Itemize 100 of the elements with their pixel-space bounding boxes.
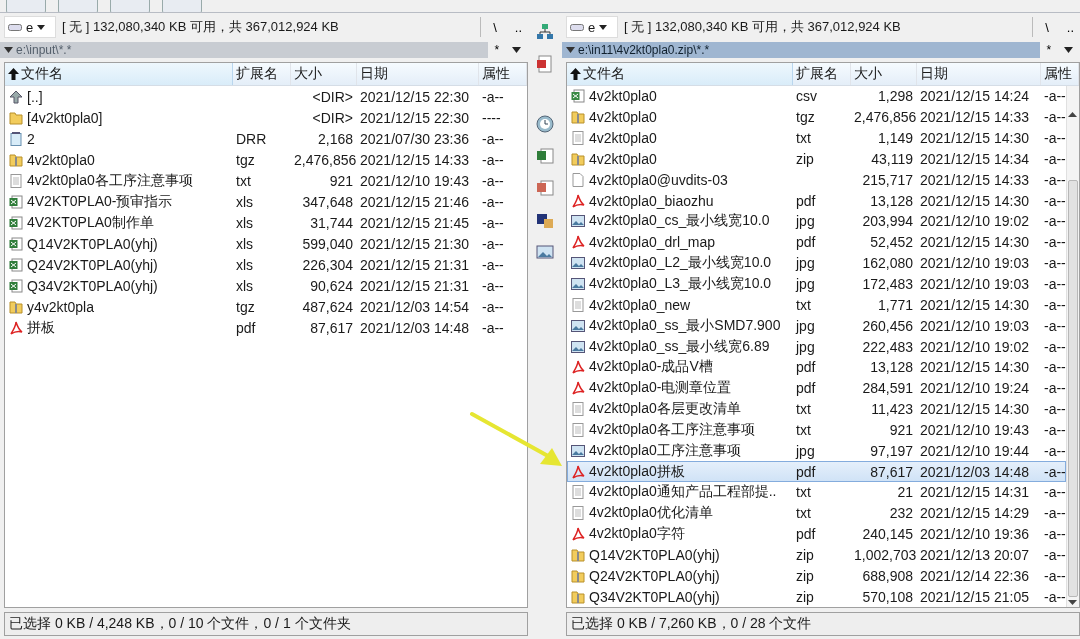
column-header[interactable]: 日期 bbox=[917, 63, 1041, 85]
file-size: 226,304 bbox=[301, 256, 354, 273]
file-row[interactable]: Q34V2KT0PLA0(yhj) xls 90,624 2021/12/15 21:31 -a-- bbox=[5, 275, 527, 296]
file-row[interactable]: 4v2kt0pla0@uvdits-03 215,717 2021/12/15 14:33 -a-- bbox=[567, 169, 1066, 191]
drive-dropdown[interactable]: e bbox=[4, 16, 56, 38]
file-size: <DIR> bbox=[311, 88, 354, 105]
file-name: 4v2kt0pla0_new bbox=[589, 296, 691, 313]
filter-button[interactable]: * bbox=[488, 43, 528, 57]
file-name: 4v2kt0pla0_ss_最小SMD7.900 bbox=[589, 316, 781, 335]
file-name: 4v2kt0pla0-电测章位置 bbox=[589, 379, 732, 398]
file-row[interactable]: Q24V2KT0PLA0(yhj) xls 226,304 2021/12/15 21:31 -a-- bbox=[5, 254, 527, 275]
drive-dropdown[interactable]: e bbox=[566, 16, 618, 38]
file-row[interactable]: Q14V2KT0PLA0(yhj) zip 1,002,703 2021/12/13 20:07 -a-- bbox=[567, 544, 1066, 566]
clock-icon[interactable] bbox=[536, 115, 554, 133]
file-date: 2021/12/03 14:48 bbox=[359, 319, 470, 336]
file-row[interactable]: 拼板 pdf 87,617 2021/12/03 14:48 -a-- bbox=[5, 317, 527, 338]
file-size: 43,119 bbox=[870, 150, 914, 167]
file-attributes: -a-- bbox=[1043, 192, 1066, 209]
image-file-icon bbox=[570, 338, 586, 355]
column-header[interactable]: 日期 bbox=[357, 63, 479, 85]
file-row[interactable]: 2 DRR 2,168 2021/07/30 23:36 -a-- bbox=[5, 128, 527, 149]
file-row[interactable]: [4v2kt0pla0] <DIR> 2021/12/15 22:30 ---- bbox=[5, 107, 527, 128]
file-size: 87,617 bbox=[869, 463, 914, 480]
scrollbar[interactable] bbox=[1066, 86, 1079, 607]
windows-icon[interactable] bbox=[536, 211, 554, 229]
file-attributes: -a-- bbox=[1043, 276, 1066, 292]
file-row[interactable]: y4v2kt0pla tgz 487,624 2021/12/03 14:54 -a-- bbox=[5, 296, 527, 317]
file-row[interactable]: 4v2kt0pla0各层更改清单 txt 11,423 2021/12/15 14:30 -a-- bbox=[567, 398, 1066, 420]
file-name: 4v2kt0pla0 bbox=[589, 130, 657, 147]
file-row[interactable]: 4v2kt0pla0-电测章位置 pdf 284,591 2021/12/10 19:24 -a-- bbox=[567, 377, 1066, 399]
file-row[interactable]: 4v2kt0pla0_L3_最小线宽10.0 jpg 172,483 2021/12/10 19:03 -a-- bbox=[567, 273, 1066, 295]
file-row[interactable]: 4v2kt0pla0_ss_最小线宽6.89 jpg 222,483 2021/12/10 19:02 -a-- bbox=[567, 336, 1066, 357]
text-file-icon bbox=[8, 172, 24, 189]
text-file-icon bbox=[570, 130, 586, 147]
file-size: 13,128 bbox=[869, 192, 914, 209]
column-header[interactable]: 属性 bbox=[479, 63, 527, 85]
file-name: Q34V2KT0PLA0(yhj) bbox=[589, 588, 720, 605]
file-row[interactable]: 4v2kt0pla0_ss_最小SMD7.900 jpg 260,456 2021/12/10 19:03 -a-- bbox=[567, 315, 1066, 337]
file-name: 4v2kt0pla0 bbox=[589, 150, 657, 167]
root-button[interactable]: \ bbox=[1039, 17, 1055, 37]
file-row[interactable]: Q34V2KT0PLA0(yhj) zip 570,108 2021/12/15 21:05 -a-- bbox=[567, 586, 1066, 608]
file-row[interactable]: 4v2kt0pla0工序注意事项 jpg 97,197 2021/12/10 19:44 -a-- bbox=[567, 440, 1066, 462]
parent-dir-button[interactable]: .. bbox=[508, 17, 528, 37]
file-row[interactable]: 4v2kt0pla0 tgz 2,476,856 2021/12/15 14:33 -a-- bbox=[5, 149, 527, 170]
spreadsheet-icon[interactable] bbox=[536, 147, 554, 165]
file-attributes: -a-- bbox=[481, 235, 505, 252]
scroll-up-icon[interactable] bbox=[1067, 110, 1078, 120]
file-date: 2021/12/15 14:30 bbox=[919, 130, 1030, 147]
file-row[interactable]: 4v2kt0pla0_drl_map pdf 52,452 2021/12/15 14:30 -a-- bbox=[567, 231, 1066, 253]
image-file-icon bbox=[570, 255, 586, 272]
archive-icon bbox=[570, 567, 586, 584]
column-header[interactable]: 文件名 bbox=[5, 63, 233, 85]
file-row[interactable]: 4v2kt0pla0 zip 43,119 2021/12/15 14:34 -a-- bbox=[567, 148, 1066, 170]
file-extension: xls bbox=[235, 214, 255, 231]
file-row[interactable]: 4v2kt0pla0 tgz 2,476,856 2021/12/15 14:33 -a-- bbox=[567, 106, 1066, 128]
archive-icon bbox=[8, 298, 24, 315]
file-row[interactable]: 4V2KT0PLA0-预审指示 xls 347,648 2021/12/15 21:46 -a-- bbox=[5, 191, 527, 212]
file-row[interactable]: [..] <DIR> 2021/12/15 22:30 -a-- bbox=[5, 86, 527, 107]
file-row[interactable]: 4v2kt0pla0优化清单 txt 232 2021/12/15 14:29 -a-- bbox=[567, 502, 1066, 524]
file-attributes: -a-- bbox=[481, 172, 505, 189]
file-row[interactable]: 4v2kt0pla0通知产品工程部提.. txt 21 2021/12/15 14:31 -a-- bbox=[567, 482, 1066, 503]
file-row[interactable]: 4v2kt0pla0_L2_最小线宽10.0 jpg 162,080 2021/12/10 19:03 -a-- bbox=[567, 252, 1066, 274]
path-bar[interactable]: e:\in11\4v2kt0pla0.zip\*.* bbox=[562, 42, 1040, 58]
file-date: 2021/12/14 22:36 bbox=[919, 567, 1030, 584]
filter-button[interactable]: * bbox=[1040, 43, 1080, 57]
file-row[interactable]: 4v2kt0pla0各工序注意事项 txt 921 2021/12/10 19:43 -a-- bbox=[5, 170, 527, 191]
file-attributes: -a-- bbox=[481, 193, 505, 210]
document-icon[interactable] bbox=[536, 179, 554, 197]
column-header[interactable]: 扩展名 bbox=[793, 63, 851, 85]
document-icon[interactable] bbox=[536, 55, 554, 73]
column-header[interactable]: 大小 bbox=[291, 63, 357, 85]
file-row[interactable]: 4v2kt0pla0 csv 1,298 2021/12/15 14:24 -a-- bbox=[567, 86, 1066, 107]
file-extension: tgz bbox=[235, 151, 256, 168]
file-row[interactable]: 4v2kt0pla0字符 pdf 240,145 2021/12/10 19:36 -a-- bbox=[567, 523, 1066, 545]
file-row[interactable]: Q24V2KT0PLA0(yhj) zip 688,908 2021/12/14 22:36 -a-- bbox=[567, 565, 1066, 587]
column-header[interactable]: 属性 bbox=[1041, 63, 1079, 85]
file-date: 2021/12/10 19:43 bbox=[359, 172, 470, 189]
file-row[interactable]: 4v2kt0pla0_cs_最小线宽10.0 jpg 203,994 2021/12/10 19:02 -a-- bbox=[567, 211, 1066, 232]
file-row[interactable]: 4v2kt0pla0拼板 pdf 87,617 2021/12/03 14:48 -a-- bbox=[567, 461, 1066, 483]
image-icon[interactable] bbox=[536, 243, 554, 261]
path-bar[interactable]: e:\input\*.* bbox=[0, 42, 488, 58]
file-row[interactable]: 4v2kt0pla0各工序注意事项 txt 921 2021/12/10 19:43 -a-- bbox=[567, 419, 1066, 441]
parent-dir-button[interactable]: .. bbox=[1060, 17, 1080, 37]
file-row[interactable]: 4v2kt0pla0_new txt 1,771 2021/12/15 14:30 -a-- bbox=[567, 294, 1066, 316]
file-row[interactable]: 4V2KT0PLA0制作单 xls 31,744 2021/12/15 21:45 -a-- bbox=[5, 212, 527, 233]
column-header[interactable]: 大小 bbox=[851, 63, 917, 85]
pdf-icon bbox=[570, 234, 586, 251]
column-header[interactable]: 扩展名 bbox=[233, 63, 291, 85]
file-date: 2021/12/10 19:44 bbox=[919, 442, 1030, 459]
network-icon[interactable] bbox=[536, 23, 554, 41]
file-row[interactable]: 4v2kt0pla0-成品V槽 pdf 13,128 2021/12/15 14:30 -a-- bbox=[567, 356, 1066, 378]
file-row[interactable]: 4v2kt0pla0 txt 1,149 2021/12/15 14:30 -a-- bbox=[567, 127, 1066, 149]
file-row[interactable]: Q14V2KT0PLA0(yhj) xls 599,040 2021/12/15 21:30 -a-- bbox=[5, 233, 527, 254]
file-size: 172,483 bbox=[861, 276, 914, 292]
root-button[interactable]: \ bbox=[487, 17, 503, 37]
file-row[interactable]: 4v2kt0pla0_biaozhu pdf 13,128 2021/12/15 14:30 -a-- bbox=[567, 190, 1066, 212]
column-header[interactable]: 文件名 bbox=[567, 63, 793, 85]
file-date: 2021/12/15 14:33 bbox=[919, 171, 1030, 188]
file-name: Q34V2KT0PLA0(yhj) bbox=[27, 277, 158, 294]
free-space-text: [ 无 ] 132,080,340 KB 可用，共 367,012,924 KB bbox=[62, 18, 340, 36]
